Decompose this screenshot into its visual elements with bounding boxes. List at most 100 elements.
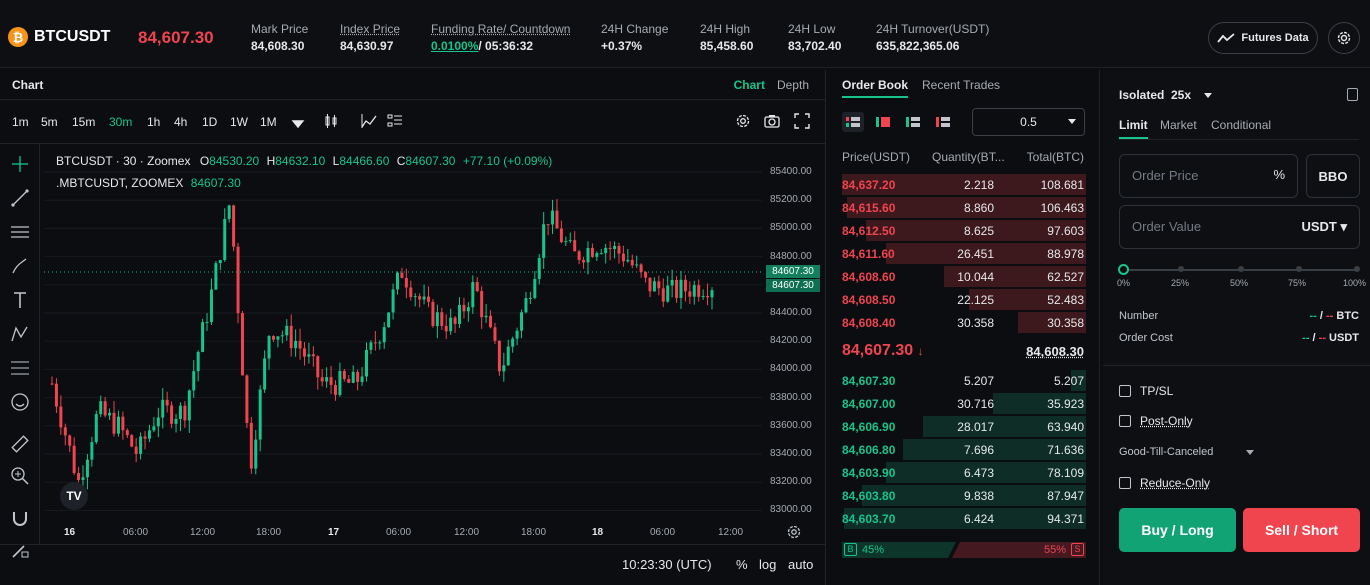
brush-icon[interactable] — [10, 256, 30, 276]
candle-style-icon[interactable] — [323, 113, 339, 129]
tab-recent-trades[interactable]: Recent Trades — [922, 78, 1000, 98]
trend-line-tool-icon[interactable] — [10, 188, 30, 208]
camera-icon[interactable] — [764, 113, 780, 129]
reduce-only-checkbox[interactable]: Reduce-Only — [1119, 476, 1210, 490]
axis-settings-icon[interactable] — [786, 524, 802, 540]
ask-row[interactable]: 84,611.60 26.451 88.978 — [842, 242, 1086, 265]
ask-row[interactable]: 84,637.20 2.218 108.681 — [842, 173, 1086, 196]
timeframe-1d[interactable]: 1D — [202, 115, 217, 129]
timeframe-1m[interactable]: 1m — [12, 115, 29, 129]
checkbox-icon[interactable] — [1119, 477, 1131, 489]
slider-tick[interactable] — [1354, 266, 1360, 272]
checkbox-icon[interactable] — [1119, 385, 1131, 397]
mid-index-price[interactable]: 84,608.30 — [1026, 344, 1084, 359]
tab-market[interactable]: Market — [1160, 118, 1197, 132]
stat-label[interactable]: Index Price — [340, 22, 400, 36]
tpsl-checkbox[interactable]: TP/SL — [1119, 384, 1173, 398]
stat-label[interactable]: Funding Rate/ Countdown — [431, 22, 570, 36]
bid-row[interactable]: 84,603.80 9.838 87.947 — [842, 484, 1086, 507]
fullscreen-icon[interactable] — [794, 113, 810, 129]
pattern-tool-icon[interactable] — [10, 324, 30, 344]
funding-rate-value[interactable]: 0.0100% — [431, 39, 478, 53]
buy-long-button[interactable]: Buy / Long — [1119, 508, 1236, 552]
ask-row[interactable]: 84,615.60 8.860 106.463 — [842, 196, 1086, 219]
view-both-icon[interactable] — [842, 112, 864, 132]
timeframe-5m[interactable]: 5m — [41, 115, 58, 129]
futures-data-button[interactable]: Futures Data — [1208, 22, 1318, 54]
row-total: 62.527 — [1047, 270, 1084, 284]
row-quantity: 28.017 — [957, 420, 994, 434]
index-price-stat[interactable]: Index Price 84,630.97 — [340, 22, 400, 53]
chevron-down-icon[interactable] — [1246, 450, 1254, 455]
timeframe-1m-month[interactable]: 1M — [260, 115, 277, 129]
utc-clock[interactable]: 10:23:30 (UTC) — [622, 557, 712, 572]
tradingview-logo[interactable]: TV — [60, 482, 88, 510]
chart-settings-icon[interactable] — [735, 113, 751, 129]
template-list-icon[interactable] — [387, 113, 403, 129]
price-grouping-select[interactable]: 0.5 — [972, 108, 1085, 136]
time-in-force-select[interactable]: Good-Till-Canceled — [1119, 446, 1213, 458]
tab-chart[interactable]: Chart — [734, 78, 765, 92]
horizontal-lines-icon[interactable] — [10, 222, 30, 242]
bid-row[interactable]: 84,606.80 7.696 71.636 — [842, 438, 1086, 461]
emoji-icon[interactable] — [10, 392, 30, 412]
tab-depth[interactable]: Depth — [777, 78, 809, 92]
indicators-icon[interactable] — [361, 113, 377, 129]
slider-tick[interactable] — [1238, 266, 1244, 272]
bid-row[interactable]: 84,603.70 6.424 94.371 — [842, 507, 1086, 530]
timeframe-1w[interactable]: 1W — [230, 115, 248, 129]
timeframe-4h[interactable]: 4h — [174, 115, 187, 129]
leverage-button[interactable]: 25x — [1171, 88, 1191, 102]
candlestick-plot[interactable] — [44, 144, 762, 514]
bid-row[interactable]: 84,603.90 6.473 78.109 — [842, 461, 1086, 484]
text-tool-icon[interactable] — [10, 290, 30, 310]
margin-mode-button[interactable]: Isolated — [1119, 88, 1164, 102]
symbol-selector[interactable]: ₿ BTCUSDT — [8, 27, 110, 47]
tab-limit[interactable]: Limit — [1119, 118, 1148, 139]
tab-conditional[interactable]: Conditional — [1211, 118, 1271, 132]
ask-row[interactable]: 84,608.50 22.125 52.483 — [842, 288, 1086, 311]
magnet-icon[interactable] — [10, 508, 30, 528]
funding-rate-stat[interactable]: Funding Rate/ Countdown 0.0100%/ 05:36:3… — [431, 22, 570, 53]
tab-order-book[interactable]: Order Book — [842, 78, 909, 98]
bid-row[interactable]: 84,607.00 30.716 35.923 — [842, 392, 1086, 415]
price-axis[interactable]: 85400.0085200.0085000.0084800.0084600.00… — [764, 144, 824, 524]
percent-toggle-icon[interactable]: % — [1273, 167, 1285, 182]
mid-last-price[interactable]: 84,607.30 ↓ — [842, 342, 924, 360]
post-only-checkbox[interactable]: Post-Only — [1119, 414, 1193, 428]
crosshair-icon[interactable] — [10, 154, 30, 174]
chevron-down-icon[interactable] — [1204, 93, 1212, 98]
view-split-icon[interactable] — [872, 112, 894, 132]
timeframe-1h[interactable]: 1h — [147, 115, 160, 129]
order-value-input[interactable]: Order Value USDT ▾ — [1119, 205, 1360, 249]
log-scale-toggle[interactable]: log — [759, 557, 776, 572]
slider-tick[interactable] — [1178, 266, 1184, 272]
ask-row[interactable]: 84,608.40 30.358 30.358 — [842, 311, 1086, 334]
view-asks-icon[interactable] — [932, 112, 954, 132]
bbo-button[interactable]: BBO — [1306, 154, 1360, 198]
ruler-icon[interactable] — [10, 434, 30, 454]
timeframe-15m[interactable]: 15m — [72, 115, 95, 129]
bid-row[interactable]: 84,607.30 5.207 5.207 — [842, 369, 1086, 392]
order-price-input[interactable]: Order Price % — [1119, 154, 1298, 198]
fib-tool-icon[interactable] — [10, 358, 30, 378]
sell-short-button[interactable]: Sell / Short — [1243, 508, 1360, 552]
zoom-in-icon[interactable] — [10, 466, 30, 486]
view-bids-icon[interactable] — [902, 112, 924, 132]
bid-row[interactable]: 84,606.90 28.017 63.940 — [842, 415, 1086, 438]
ask-row[interactable]: 84,608.60 10.044 62.527 — [842, 265, 1086, 288]
calculator-icon[interactable] — [1347, 88, 1358, 101]
chevron-down-icon[interactable] — [290, 117, 306, 133]
percent-scale-toggle[interactable]: % — [736, 557, 748, 572]
value-unit-select[interactable]: USDT ▾ — [1301, 219, 1347, 235]
order-size-slider[interactable] — [1118, 264, 1360, 275]
auto-scale-toggle[interactable]: auto — [788, 557, 813, 572]
timeframe-30m[interactable]: 30m — [109, 115, 132, 129]
ask-row[interactable]: 84,612.50 8.625 97.603 — [842, 219, 1086, 242]
price-tick-label: 83000.00 — [770, 504, 812, 516]
slider-handle[interactable] — [1118, 264, 1129, 275]
settings-button[interactable] — [1328, 22, 1360, 54]
slider-tick[interactable] — [1296, 266, 1302, 272]
time-axis[interactable]: 16 06:00 12:00 18:00 17 06:00 12:00 18:00 18 06:0… — [44, 524, 762, 544]
checkbox-icon[interactable] — [1119, 415, 1131, 427]
